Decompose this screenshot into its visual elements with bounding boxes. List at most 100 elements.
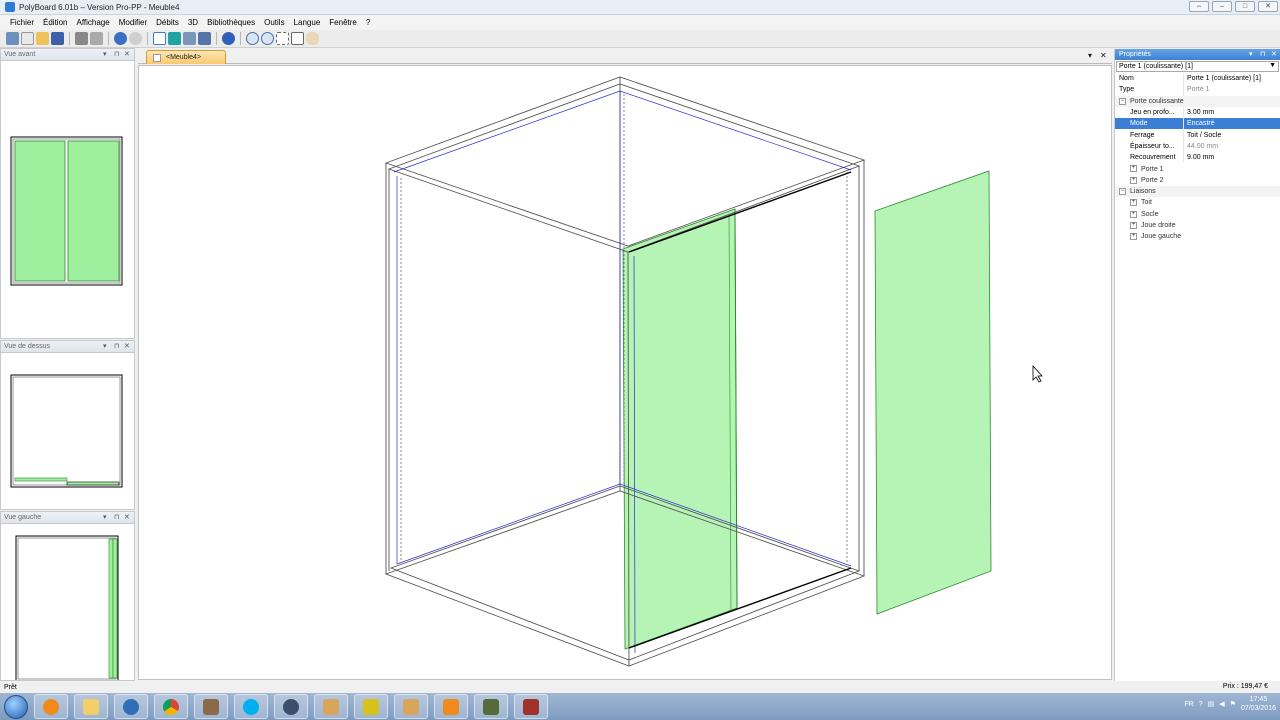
pin-icon[interactable]: ⊓ xyxy=(114,342,119,350)
undo-icon[interactable] xyxy=(114,32,127,45)
tab-list-icon[interactable]: ▾ xyxy=(1088,51,1092,60)
tab-meuble4[interactable]: <Meuble4> xyxy=(146,50,226,64)
collapse-icon[interactable]: − xyxy=(1119,187,1126,195)
node-joue-gauche[interactable]: + Joue gauche xyxy=(1115,231,1280,242)
start-button[interactable] xyxy=(4,694,28,719)
panel-menu-icon[interactable]: ▾ xyxy=(1249,50,1253,58)
menu-outils[interactable]: Outils xyxy=(264,18,284,27)
tab-close-icon[interactable]: ✕ xyxy=(1100,51,1107,60)
prop-nom[interactable]: Nom Porte 1 (coulissante) [1] xyxy=(1115,73,1280,85)
taskbar-explorer[interactable] xyxy=(74,694,108,719)
pin-icon[interactable]: ⊓ xyxy=(1260,50,1265,58)
minimize-button[interactable]: – xyxy=(1212,1,1232,12)
open-folder-icon[interactable] xyxy=(36,32,49,45)
menu-modifier[interactable]: Modifier xyxy=(119,18,147,27)
menu-edition[interactable]: Édition xyxy=(43,18,67,27)
close-icon[interactable]: ✕ xyxy=(124,513,130,521)
node-socle[interactable]: + Socle xyxy=(1115,209,1280,220)
prop-recouvrement[interactable]: Recouvrement 9.00 mm xyxy=(1115,152,1280,164)
taskbar-excel[interactable] xyxy=(354,694,388,719)
help-icon[interactable]: ? xyxy=(1199,701,1203,708)
door-2-side[interactable] xyxy=(112,538,118,679)
pan-hand-icon[interactable] xyxy=(306,32,319,45)
panel-menu-icon[interactable]: ▾ xyxy=(103,342,107,350)
zoom-out-icon[interactable] xyxy=(261,32,274,45)
panel-menu-icon[interactable]: ▾ xyxy=(103,513,107,521)
door-2-3d[interactable] xyxy=(874,170,992,615)
menu-3d[interactable]: 3D xyxy=(188,18,198,27)
door-2-top[interactable] xyxy=(66,481,120,486)
zoom-window-icon[interactable] xyxy=(291,32,304,45)
node-toit[interactable]: + Toit xyxy=(1115,197,1280,208)
door-1-front[interactable] xyxy=(14,140,66,282)
zoom-extents-icon[interactable] xyxy=(276,32,289,45)
select-icon[interactable] xyxy=(153,32,166,45)
door-2-front[interactable] xyxy=(67,140,120,282)
print-icon[interactable] xyxy=(75,32,88,45)
new-icon[interactable] xyxy=(6,32,19,45)
taskbar-gimp[interactable] xyxy=(194,694,228,719)
redo-icon[interactable] xyxy=(129,32,142,45)
maximize-button[interactable]: □ xyxy=(1235,1,1255,12)
panel-menu-icon[interactable]: ▾ xyxy=(103,50,107,58)
door-1-side[interactable] xyxy=(108,538,114,679)
category-liaisons[interactable]: − Liaisons xyxy=(1115,185,1280,198)
taskbar-app-orange[interactable] xyxy=(434,694,468,719)
flag-icon[interactable]: ⚑ xyxy=(1230,700,1236,708)
close-icon[interactable]: ✕ xyxy=(1271,50,1277,58)
menu-affichage[interactable]: Affichage xyxy=(76,18,109,27)
pin-icon[interactable]: ⊓ xyxy=(114,50,119,58)
node-joue-droite[interactable]: + Joue droite xyxy=(1115,220,1280,231)
category-porte-coulissante[interactable]: − Porte coulissante xyxy=(1115,95,1280,107)
save-icon[interactable] xyxy=(51,32,64,45)
render-icon[interactable] xyxy=(198,32,211,45)
taskbar-keepass[interactable] xyxy=(274,694,308,719)
volume-icon[interactable]: ◀ xyxy=(1219,700,1224,708)
menu-bibliotheques[interactable]: Bibliothèques xyxy=(207,18,255,27)
left-view-drawing[interactable] xyxy=(1,524,134,682)
taskbar-chrome[interactable] xyxy=(154,694,188,719)
new-document-icon[interactable] xyxy=(21,32,34,45)
restore-icon[interactable]: ⇔ xyxy=(1189,1,1209,12)
info-icon[interactable] xyxy=(222,32,235,45)
language-indicator[interactable]: FR xyxy=(1184,701,1193,708)
cube-view-icon[interactable] xyxy=(168,32,181,45)
prop-jeu-profondeur[interactable]: Jeu en profo... 3.00 mm xyxy=(1115,106,1280,119)
menu-help[interactable]: ? xyxy=(366,18,370,27)
chevron-down-icon[interactable]: ▼ xyxy=(1269,62,1276,69)
cabinet-3d-drawing[interactable] xyxy=(139,66,1113,681)
taskbar-polyboard-2[interactable] xyxy=(394,694,428,719)
prop-ferrage[interactable]: Ferrage Toit / Socle xyxy=(1115,129,1280,141)
zoom-in-icon[interactable] xyxy=(246,32,259,45)
expand-icon[interactable]: + xyxy=(1130,210,1137,218)
clock[interactable]: 17:45 07/03/2016 xyxy=(1241,695,1276,713)
expand-icon[interactable]: + xyxy=(1130,221,1137,229)
door-1-top[interactable] xyxy=(14,477,68,482)
taskbar-polyboard-1[interactable] xyxy=(314,694,348,719)
expand-icon[interactable]: + xyxy=(1130,199,1137,207)
prop-type[interactable]: Type Porte 1 xyxy=(1115,84,1280,96)
collapse-icon[interactable]: − xyxy=(1119,97,1126,105)
top-view-drawing[interactable] xyxy=(1,353,134,509)
prop-mode[interactable]: Mode Encastré xyxy=(1115,118,1280,130)
menu-fenetre[interactable]: Fenêtre xyxy=(329,18,357,27)
taskbar-skype[interactable] xyxy=(234,694,268,719)
print-preview-icon[interactable] xyxy=(90,32,103,45)
taskbar-app-red[interactable] xyxy=(514,694,548,719)
menu-fichier[interactable]: Fichier xyxy=(10,18,34,27)
expand-icon[interactable]: + xyxy=(1130,233,1137,241)
taskbar-media-player[interactable] xyxy=(34,694,68,719)
menu-langue[interactable]: Langue xyxy=(294,18,321,27)
taskbar-thunderbird[interactable] xyxy=(114,694,148,719)
expand-icon[interactable]: + xyxy=(1130,176,1137,184)
menu-debits[interactable]: Débits xyxy=(156,18,179,27)
prop-epaisseur[interactable]: Épaisseur to... 44.00 mm xyxy=(1115,140,1280,153)
door-1-3d[interactable] xyxy=(622,208,738,650)
close-icon[interactable]: ✕ xyxy=(124,342,130,350)
node-porte-2[interactable]: + Porte 2 xyxy=(1115,175,1280,186)
object-selector[interactable]: Porte 1 (coulissante) [1] ▼ xyxy=(1116,61,1279,72)
pin-icon[interactable]: ⊓ xyxy=(114,513,119,521)
close-button[interactable]: ✕ xyxy=(1258,1,1278,12)
3d-viewport[interactable] xyxy=(138,65,1112,680)
front-view-drawing[interactable] xyxy=(1,61,134,339)
